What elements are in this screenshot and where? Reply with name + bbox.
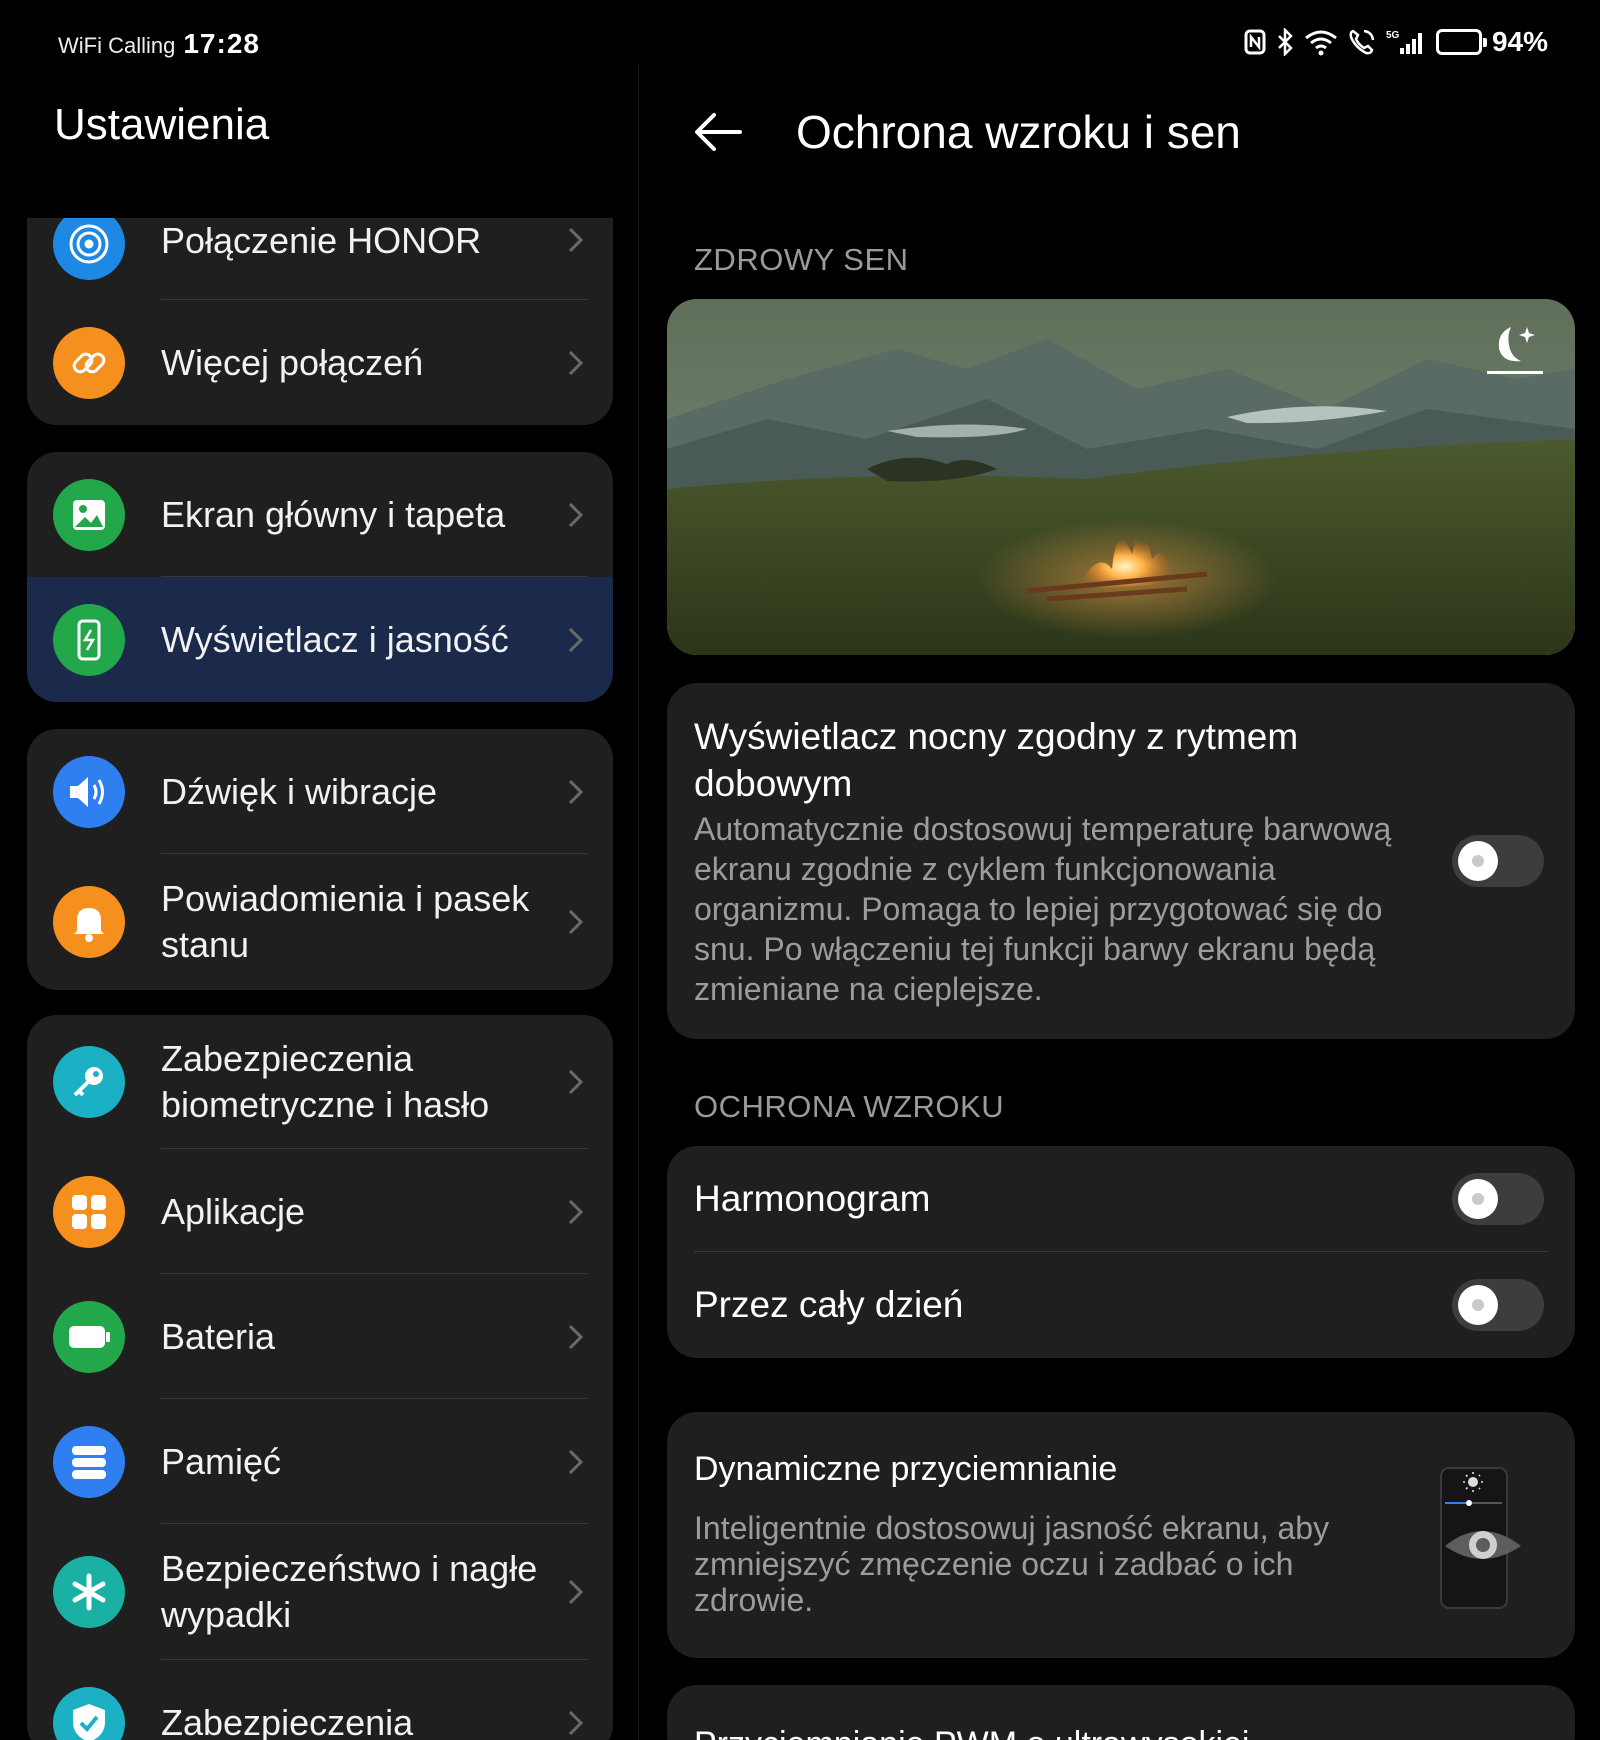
all-day-label: Przez cały dzień — [694, 1284, 964, 1325]
settings-item-display-brightness[interactable]: Wyświetlacz i jasność — [27, 577, 613, 702]
pwm-dimming-card[interactable]: Przyciemnianie PWM o ultrawysokiej — [667, 1685, 1575, 1740]
settings-item-biometrics[interactable]: Zabezpieczenia biometryczne i hasło — [27, 1015, 613, 1149]
schedule-label: Harmonogram — [694, 1178, 931, 1219]
moon-stars-icon — [1483, 321, 1547, 384]
chevron-right-icon — [568, 1449, 584, 1474]
display-brightness-icon — [53, 603, 125, 676]
schedule-row[interactable]: Harmonogram — [667, 1146, 1575, 1252]
section-header-eye-protection: OCHRONA WZROKU — [694, 1089, 1005, 1124]
schedule-toggle[interactable] — [1452, 1173, 1544, 1225]
settings-item-home-screen[interactable]: Ekran główny i tapeta — [27, 452, 613, 577]
night-display-card[interactable]: Wyświetlacz nocny zgodny z rytmem dobowy… — [667, 683, 1575, 1039]
all-day-row[interactable]: Przez cały dzień — [667, 1252, 1575, 1358]
settings-item-label: Zabezpieczenia — [161, 1701, 414, 1740]
night-display-title: Wyświetlacz nocny zgodny z rytmem dobowy… — [694, 716, 1299, 804]
honor-connect-icon — [53, 218, 125, 280]
settings-item-apps[interactable]: Aplikacje — [27, 1149, 613, 1274]
all-day-toggle[interactable] — [1452, 1279, 1544, 1331]
settings-item-label: Wyświetlacz i jasność — [161, 618, 509, 660]
settings-card: Zabezpieczenia biometryczne i hasło Apli… — [27, 1015, 613, 1740]
settings-item-label: Dźwięk i wibracje — [161, 770, 438, 812]
settings-item-sound[interactable]: Dźwięk i wibracje — [27, 729, 613, 854]
svg-text:5G: 5G — [1386, 30, 1400, 41]
battery-percent: 94% — [1491, 26, 1548, 57]
settings-list-pane: Ustawienia Połączenie HONOR Więcej połąc… — [0, 0, 638, 1740]
battery-status-icon — [1435, 27, 1487, 57]
dynamic-dimming-title: Dynamiczne przyciemnianie — [694, 1450, 1118, 1488]
image-icon — [53, 478, 125, 551]
cellular-signal-icon: 5G — [1386, 27, 1426, 57]
pwm-dimming-title: Przyciemnianie PWM o ultrawysokiej — [694, 1721, 1250, 1740]
chevron-right-icon — [568, 502, 584, 527]
settings-item-battery[interactable]: Bateria — [27, 1274, 613, 1399]
chevron-right-icon — [568, 627, 584, 652]
eye-protection-card: Harmonogram Przez cały dzień — [667, 1146, 1575, 1358]
speaker-icon — [53, 755, 125, 828]
settings-item-label: Aplikacje — [161, 1190, 306, 1232]
settings-item-label: Więcej połączeń — [161, 341, 424, 383]
back-arrow-icon[interactable] — [690, 107, 746, 157]
chevron-right-icon — [568, 1710, 584, 1735]
chevron-right-icon — [568, 227, 584, 253]
nfc-icon — [1244, 27, 1266, 57]
key-icon — [53, 1046, 125, 1118]
battery-icon — [53, 1300, 125, 1373]
settings-item-label: Powiadomienia i pasek stanu — [161, 878, 530, 965]
settings-item-label: Bezpieczeństwo i nagłe wypadki — [161, 1548, 538, 1635]
settings-item-label: Połączenie HONOR — [161, 220, 482, 261]
link-icon — [53, 326, 125, 399]
section-header-healthy-sleep: ZDROWY SEN — [694, 242, 909, 277]
bluetooth-icon — [1276, 27, 1294, 57]
settings-item-notifications[interactable]: Powiadomienia i pasek stanu — [27, 854, 613, 990]
chevron-right-icon — [568, 350, 584, 375]
chevron-right-icon — [568, 1199, 584, 1224]
storage-icon — [53, 1425, 125, 1498]
phone-eye-illustration-icon — [1437, 1464, 1527, 1617]
asterisk-icon — [53, 1556, 125, 1628]
chevron-right-icon — [568, 909, 584, 935]
detail-title: Ochrona wzroku i sen — [796, 106, 1241, 158]
apps-grid-icon — [53, 1175, 125, 1248]
settings-item-emergency[interactable]: Bezpieczeństwo i nagłe wypadki — [27, 1524, 613, 1660]
settings-item-label: Zabezpieczenia biometryczne i hasło — [161, 1038, 490, 1125]
healthy-sleep-banner-image — [667, 299, 1575, 655]
settings-item-label: Ekran główny i tapeta — [161, 493, 506, 535]
bell-icon — [53, 886, 125, 958]
settings-item-storage[interactable]: Pamięć — [27, 1399, 613, 1524]
pane-divider — [638, 64, 639, 1740]
wifi-icon — [1304, 27, 1338, 57]
night-display-description: Automatycznie dostosowuj temperaturę bar… — [694, 811, 1392, 1007]
chevron-right-icon — [568, 1324, 584, 1349]
settings-item-security[interactable]: Zabezpieczenia — [27, 1660, 613, 1740]
chevron-right-icon — [568, 1069, 584, 1095]
page-title: Ustawienia — [54, 100, 270, 149]
settings-card: Dźwięk i wibracje Powiadomienia i pasek … — [27, 729, 613, 990]
dynamic-dimming-description: Inteligentnie dostosowuj jasność ekranu,… — [694, 1510, 1330, 1618]
detail-header: Ochrona wzroku i sen — [690, 100, 1241, 164]
chevron-right-icon — [568, 779, 584, 804]
night-display-toggle[interactable] — [1452, 835, 1544, 887]
settings-card: Połączenie HONOR Więcej połączeń — [27, 218, 613, 425]
settings-item-honor-connect[interactable]: Połączenie HONOR — [27, 218, 613, 300]
chevron-right-icon — [568, 1579, 584, 1605]
settings-item-label: Bateria — [161, 1315, 276, 1357]
settings-card: Ekran główny i tapeta Wyświetlacz i jasn… — [27, 452, 613, 702]
shield-check-icon — [53, 1686, 125, 1740]
wifi-call-icon — [1348, 27, 1376, 57]
settings-item-more-connections[interactable]: Więcej połączeń — [27, 300, 613, 425]
settings-item-label: Pamięć — [161, 1440, 282, 1482]
dynamic-dimming-card[interactable]: Dynamiczne przyciemnianie Inteligentnie … — [667, 1412, 1575, 1658]
